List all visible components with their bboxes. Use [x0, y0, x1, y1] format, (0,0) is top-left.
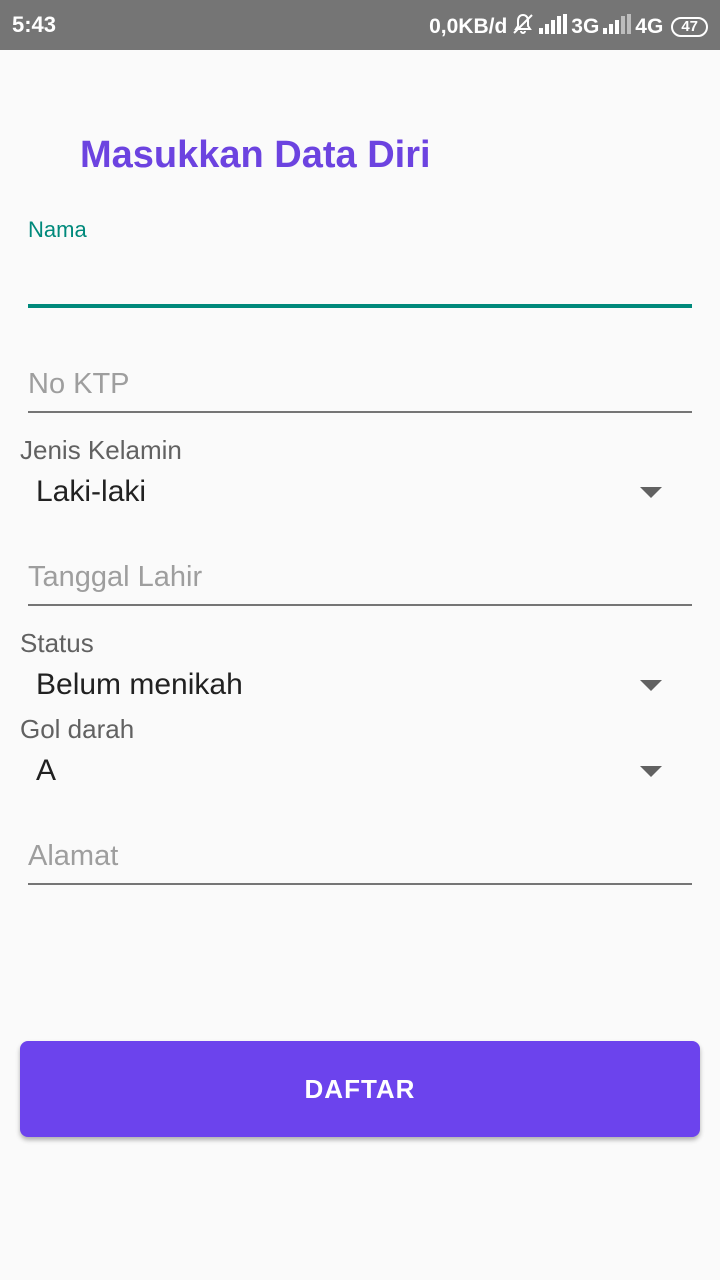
- jenis-kelamin-value: Laki-laki: [36, 475, 147, 508]
- dropdown-arrow-icon: [640, 680, 662, 691]
- no-ktp-underline: [28, 411, 692, 413]
- gol-darah-label: Gol darah: [20, 714, 135, 744]
- network-type-1: 3G: [571, 15, 600, 38]
- battery-icon: 47: [671, 17, 708, 37]
- dropdown-arrow-icon: [640, 487, 662, 498]
- dropdown-arrow-icon: [640, 766, 662, 777]
- nama-field[interactable]: Nama: [28, 214, 692, 310]
- status-icons: 0,0KB/d 3G 4G 47: [429, 12, 708, 42]
- alamat-placeholder: Alamat: [28, 840, 119, 872]
- signal-icon: [603, 14, 632, 40]
- muted-bell-icon: [511, 12, 535, 42]
- no-ktp-placeholder: No KTP: [28, 368, 130, 400]
- nama-label: Nama: [28, 217, 87, 242]
- tanggal-lahir-placeholder: Tanggal Lahir: [28, 561, 203, 593]
- nama-underline: [28, 304, 692, 308]
- signal-icon: [539, 14, 568, 40]
- status-label: Status: [20, 628, 94, 658]
- network-speed: 0,0KB/d: [429, 15, 508, 38]
- page-title: Masukkan Data Diri: [80, 134, 431, 176]
- tanggal-lahir-field[interactable]: Tanggal Lahir: [28, 553, 692, 607]
- jenis-kelamin-label: Jenis Kelamin: [20, 435, 182, 465]
- daftar-button[interactable]: DAFTAR: [20, 1041, 700, 1137]
- tanggal-lahir-underline: [28, 604, 692, 606]
- gol-darah-value: A: [36, 754, 57, 787]
- no-ktp-field[interactable]: No KTP: [28, 360, 692, 414]
- status-value: Belum menikah: [36, 668, 243, 701]
- network-type-2: 4G: [635, 15, 664, 38]
- alamat-underline: [28, 883, 692, 885]
- status-time: 5:43: [12, 12, 57, 37]
- status-bar: 5:43 0,0KB/d 3G 4G 47: [0, 0, 720, 50]
- alamat-field[interactable]: Alamat: [28, 832, 692, 886]
